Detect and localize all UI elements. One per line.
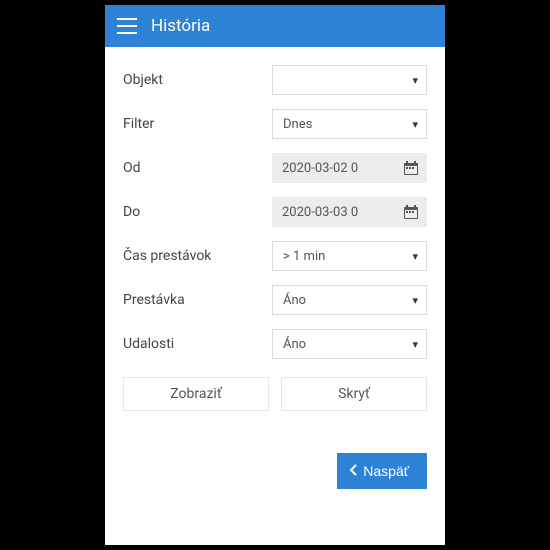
select-udalosti-value: Áno [283, 337, 306, 352]
row-cas: Čas prestávok > 1 min [123, 241, 427, 271]
show-button[interactable]: Zobraziť [123, 377, 269, 411]
row-do: Do 2020-03-03 0 [123, 197, 427, 227]
header: História [105, 5, 445, 47]
date-od[interactable]: 2020-03-02 0 [272, 153, 427, 183]
row-prestavka: Prestávka Áno [123, 285, 427, 315]
label-udalosti: Udalosti [123, 336, 272, 352]
hide-button[interactable]: Skryť [281, 377, 427, 411]
label-cas: Čas prestávok [123, 248, 272, 264]
select-udalosti[interactable]: Áno [272, 329, 427, 359]
select-prestavka[interactable]: Áno [272, 285, 427, 315]
hide-button-label: Skryť [338, 386, 370, 402]
calendar-icon[interactable] [395, 197, 427, 227]
show-button-label: Zobraziť [170, 386, 221, 402]
select-filter-value: Dnes [283, 117, 312, 132]
select-cas[interactable]: > 1 min [272, 241, 427, 271]
select-objekt[interactable] [272, 65, 427, 95]
label-prestavka: Prestávka [123, 292, 272, 308]
date-od-value: 2020-03-02 0 [272, 161, 395, 176]
app-window: História Objekt Filter Dnes Od 2020-03-0… [105, 5, 445, 545]
back-button[interactable]: Naspäť [337, 453, 427, 489]
back-row: Naspäť [123, 453, 427, 489]
label-objekt: Objekt [123, 72, 272, 88]
date-do[interactable]: 2020-03-03 0 [272, 197, 427, 227]
row-od: Od 2020-03-02 0 [123, 153, 427, 183]
action-row: Zobraziť Skryť [123, 377, 427, 411]
chevron-left-icon [349, 463, 357, 479]
date-do-value: 2020-03-03 0 [272, 205, 395, 220]
select-cas-value: > 1 min [283, 249, 325, 264]
form: Objekt Filter Dnes Od 2020-03-02 0 Do 20… [105, 47, 445, 545]
row-filter: Filter Dnes [123, 109, 427, 139]
label-od: Od [123, 160, 272, 176]
page-title: História [151, 16, 210, 36]
label-do: Do [123, 204, 272, 220]
label-filter: Filter [123, 116, 272, 132]
select-prestavka-value: Áno [283, 293, 306, 308]
row-objekt: Objekt [123, 65, 427, 95]
menu-icon[interactable] [117, 18, 137, 34]
select-filter[interactable]: Dnes [272, 109, 427, 139]
row-udalosti: Udalosti Áno [123, 329, 427, 359]
back-button-label: Naspäť [363, 463, 409, 479]
calendar-icon[interactable] [395, 153, 427, 183]
